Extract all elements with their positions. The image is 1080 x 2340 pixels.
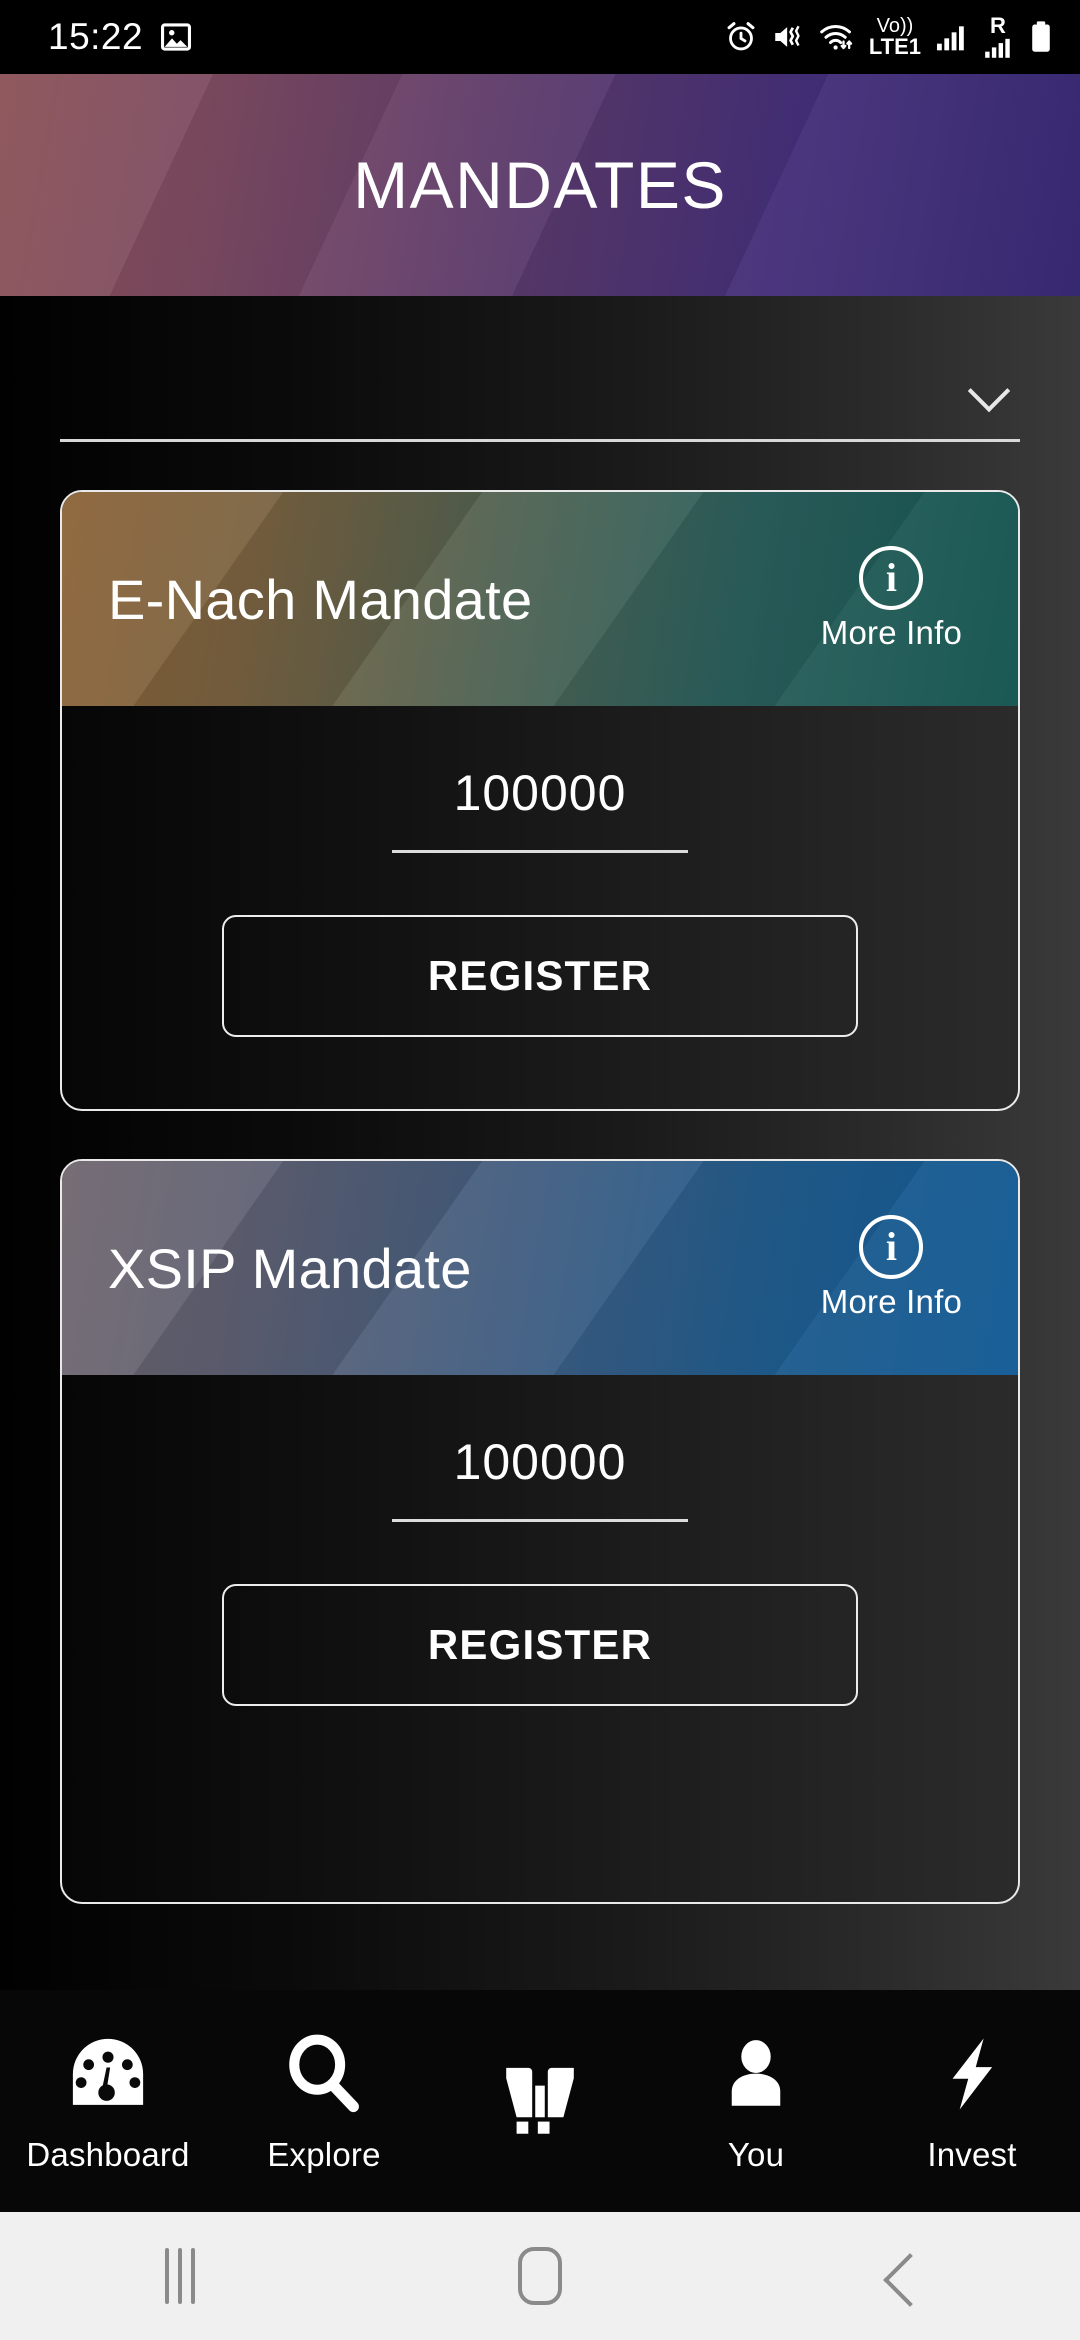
nav-label-dashboard: Dashboard — [26, 2136, 190, 2173]
mandate-title: E-Nach Mandate — [108, 567, 533, 631]
battery-icon — [1032, 21, 1050, 52]
amount-underline — [392, 1519, 688, 1522]
volte-top-label: Vo)) — [876, 15, 914, 37]
mandate-title: XSIP Mandate — [108, 1236, 472, 1300]
mute-vibrate-icon — [775, 25, 800, 47]
recents-button[interactable] — [0, 2248, 360, 2304]
mandate-card-body: 100000 REGISTER — [62, 1375, 1018, 1902]
status-bar-clock: 15:22 — [48, 16, 144, 57]
back-button[interactable] — [720, 2261, 1080, 2291]
mandate-card-xsip: XSIP Mandate i More Info 100000 REGISTER — [60, 1159, 1020, 1904]
image-icon — [161, 23, 192, 51]
volte-bottom-label: LTE1 — [868, 34, 921, 59]
nav-item-dashboard[interactable]: Dashboard — [0, 1990, 216, 2212]
amount-value: 100000 — [453, 1434, 627, 1490]
amount-field[interactable]: 100000 — [392, 764, 688, 853]
search-icon — [278, 2028, 370, 2120]
binoculars-icon — [485, 2038, 595, 2148]
more-info-button[interactable]: i More Info — [821, 1215, 972, 1321]
nav-item-you[interactable]: You — [648, 1990, 864, 2212]
mandate-card-enach: E-Nach Mandate i More Info 100000 REGIST… — [60, 490, 1020, 1111]
nav-label-invest: Invest — [927, 2136, 1017, 2173]
amount-field[interactable]: 100000 — [392, 1433, 688, 1522]
mandate-filter-dropdown[interactable] — [60, 342, 1020, 442]
app-header: MANDATES — [0, 74, 1080, 296]
bottom-navigation: Dashboard Explore You Invest — [0, 1990, 1080, 2212]
nav-label-explore: Explore — [267, 2136, 381, 2173]
mandate-card-header: XSIP Mandate i More Info — [62, 1161, 1018, 1375]
chevron-down-icon — [972, 374, 1006, 408]
gauge-icon — [62, 2028, 154, 2120]
mandate-card-header: E-Nach Mandate i More Info — [62, 492, 1018, 706]
nav-item-binoculars[interactable] — [432, 1990, 648, 2212]
amount-value: 100000 — [453, 765, 627, 821]
page-title: MANDATES — [353, 148, 727, 222]
mandate-card-body: 100000 REGISTER — [62, 706, 1018, 1109]
register-button[interactable]: REGISTER — [222, 915, 858, 1037]
more-info-label: More Info — [820, 614, 962, 651]
main-content: E-Nach Mandate i More Info 100000 REGIST… — [0, 296, 1080, 1990]
home-button[interactable] — [360, 2247, 720, 2305]
system-navigation-bar — [0, 2212, 1080, 2340]
phone-screen: 15:22 Vo)) LTE1 R MANDATES E-Nach Mandat… — [0, 0, 1080, 2340]
status-bar-left: 15:22 — [48, 16, 193, 58]
roaming-label: R — [990, 13, 1006, 38]
recents-icon — [165, 2248, 195, 2304]
volte1-icon: Vo)) LTE1 — [869, 16, 921, 58]
back-icon — [885, 2261, 915, 2291]
info-icon: i — [859, 1215, 924, 1279]
home-icon — [518, 2247, 562, 2305]
signal-bars-icon — [937, 26, 964, 51]
status-bar-right: Vo)) LTE1 R — [724, 15, 1054, 59]
nav-item-invest[interactable]: Invest — [864, 1990, 1080, 2212]
nav-label-you: You — [727, 2136, 785, 2173]
info-icon: i — [859, 546, 924, 610]
register-button[interactable]: REGISTER — [222, 1584, 858, 1706]
wifi-data-icon — [820, 25, 853, 50]
amount-underline — [392, 850, 688, 853]
roaming-signal-icon: R — [981, 15, 1015, 59]
person-icon — [710, 2028, 802, 2120]
more-info-label: More Info — [820, 1283, 962, 1320]
status-bar: 15:22 Vo)) LTE1 R — [0, 0, 1080, 74]
lightning-bolt-icon — [926, 2028, 1018, 2120]
more-info-button[interactable]: i More Info — [821, 546, 972, 652]
roaming-bars-icon — [985, 38, 1010, 58]
alarm-icon — [727, 22, 755, 51]
nav-item-explore[interactable]: Explore — [216, 1990, 432, 2212]
